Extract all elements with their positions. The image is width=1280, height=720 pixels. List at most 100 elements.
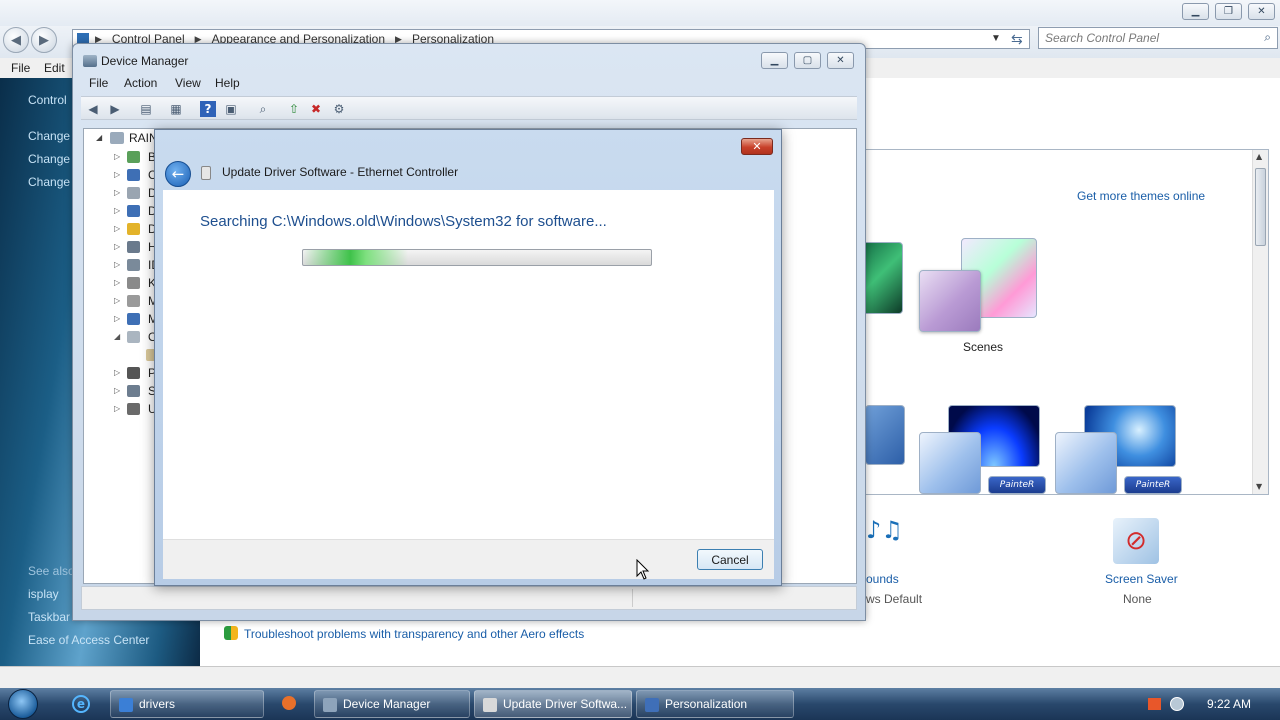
see-also-taskbar[interactable]: Taskbar: [28, 610, 70, 624]
expand-icon[interactable]: ▷: [114, 260, 120, 269]
device-manager-icon: [83, 55, 97, 67]
see-also-display[interactable]: isplay: [28, 587, 59, 601]
back-button[interactable]: ◀: [3, 27, 29, 53]
chevron-down-icon[interactable]: ▼: [991, 33, 1001, 44]
sounds-label[interactable]: ounds: [866, 572, 899, 586]
tree-item[interactable]: ▷ M: [84, 294, 164, 310]
tree-item[interactable]: ◢ O: [84, 330, 164, 346]
sidebar-link[interactable]: Control: [28, 93, 67, 107]
back-arrow-icon[interactable]: ◀: [85, 101, 101, 117]
collapse-icon[interactable]: ◢: [114, 332, 120, 341]
media-player-icon[interactable]: [282, 696, 296, 710]
tray-flag-icon[interactable]: [1148, 698, 1161, 710]
search-input[interactable]: Search Control Panel ⌕: [1038, 27, 1278, 49]
menu-view[interactable]: View: [175, 76, 201, 90]
sidebar-link[interactable]: Change: [28, 152, 70, 166]
taskbar-button-update-driver[interactable]: Update Driver Softwa...: [474, 690, 632, 718]
taskbar-button-device-manager[interactable]: Device Manager: [314, 690, 470, 718]
see-also-ease-of-access[interactable]: Ease of Access Center: [28, 633, 149, 647]
expand-icon[interactable]: ▷: [114, 188, 120, 197]
tree-item[interactable]: ▷ M: [84, 312, 164, 328]
view-icon[interactable]: ▣: [223, 101, 239, 117]
expand-icon[interactable]: ▷: [114, 296, 120, 305]
tree-item[interactable]: ▷ C: [84, 168, 164, 184]
tree-item[interactable]: ▷ S: [84, 384, 164, 400]
tree-item[interactable]: ▷ K: [84, 276, 164, 292]
sidebar-link[interactable]: Change: [28, 175, 70, 189]
minimize-button[interactable]: ▁: [761, 52, 788, 69]
forward-arrow-icon[interactable]: ▶: [107, 101, 123, 117]
collapse-icon[interactable]: ◢: [96, 133, 102, 142]
restore-button[interactable]: ❐: [1215, 3, 1242, 20]
search-icon[interactable]: ⌕: [1264, 30, 1271, 45]
taskbar-button-label: drivers: [139, 697, 176, 711]
expand-icon[interactable]: ▷: [114, 152, 120, 161]
theme-thumbnail[interactable]: [865, 242, 903, 314]
maximize-button[interactable]: ▢: [794, 52, 821, 69]
menu-action[interactable]: Action: [124, 76, 157, 90]
start-button[interactable]: [8, 689, 38, 719]
scrollbar-thumb[interactable]: [1255, 168, 1266, 246]
expand-icon[interactable]: ▷: [114, 404, 120, 413]
tree-item[interactable]: ▷ P: [84, 366, 164, 382]
scroll-down-icon[interactable]: ▼: [1256, 482, 1262, 491]
menu-help[interactable]: Help: [215, 76, 240, 90]
update-driver-icon[interactable]: ⇧: [286, 101, 302, 117]
uninstall-icon[interactable]: ✖: [308, 101, 324, 117]
theme-label-scenes: Scenes: [963, 340, 1004, 354]
refresh-icon[interactable]: ⇆: [1011, 31, 1023, 48]
tree-item[interactable]: [84, 348, 164, 364]
taskbar-button-label: Personalization: [665, 697, 748, 711]
tree-item[interactable]: ▷ID: [84, 258, 164, 274]
screen-saver-value: None: [1123, 592, 1152, 606]
taskbar-button-drivers[interactable]: drivers: [110, 690, 264, 718]
tree-item[interactable]: ▷ D: [84, 186, 164, 202]
tree-item[interactable]: ▷ D: [84, 204, 164, 220]
themes-panel: PainteR PainteR: [864, 149, 1269, 495]
expand-icon[interactable]: ▷: [114, 224, 120, 233]
menu-file[interactable]: File: [89, 76, 108, 90]
scan-hardware-icon[interactable]: ⌕: [255, 101, 271, 117]
minimize-button[interactable]: ▁: [1182, 3, 1209, 20]
cancel-button[interactable]: Cancel: [697, 549, 763, 570]
back-arrow-icon[interactable]: ←: [165, 161, 191, 187]
tree-item[interactable]: ▷ D: [84, 222, 164, 238]
expand-icon[interactable]: ▷: [114, 278, 120, 287]
close-button[interactable]: ✕: [827, 52, 854, 69]
help-icon[interactable]: ?: [200, 101, 216, 117]
get-more-themes-link[interactable]: Get more themes online: [1077, 189, 1205, 203]
internet-explorer-icon[interactable]: e: [72, 695, 90, 713]
close-button[interactable]: ✕: [1248, 3, 1275, 20]
expand-icon[interactable]: ▷: [114, 314, 120, 323]
screen-saver-label[interactable]: Screen Saver: [1105, 572, 1178, 586]
tree-item[interactable]: ▷ U: [84, 402, 164, 418]
folder-icon: [119, 698, 133, 712]
menu-file[interactable]: File: [11, 61, 30, 75]
expand-icon[interactable]: ▷: [114, 170, 120, 179]
expand-icon[interactable]: ▷: [114, 206, 120, 215]
menu-edit[interactable]: Edit: [44, 61, 65, 75]
properties-icon[interactable]: ▦: [168, 101, 184, 117]
forward-button[interactable]: ▶: [31, 27, 57, 53]
taskbar-button-personalization[interactable]: Personalization: [636, 690, 794, 718]
troubleshoot-link[interactable]: Troubleshoot problems with transparency …: [244, 627, 584, 641]
enable-device-icon[interactable]: ⚙: [331, 101, 347, 117]
tree-item[interactable]: ▷ B: [84, 150, 164, 166]
themes-scrollbar[interactable]: ▲ ▼: [1252, 150, 1268, 494]
dialog-close-button[interactable]: ✕: [741, 138, 773, 155]
screen-saver-icon[interactable]: ⊘: [1113, 518, 1159, 564]
taskbar-button-label: Update Driver Softwa...: [503, 697, 628, 711]
tree-item[interactable]: ▷ H: [84, 240, 164, 256]
sounds-icon[interactable]: ♪♫: [866, 516, 903, 562]
tray-network-icon[interactable]: [1170, 697, 1184, 711]
device-category-icon: [127, 223, 140, 235]
expand-icon[interactable]: ▷: [114, 386, 120, 395]
expand-icon[interactable]: ▷: [114, 368, 120, 377]
theme-thumbnail[interactable]: [865, 405, 905, 465]
expand-icon[interactable]: ▷: [114, 242, 120, 251]
clock[interactable]: 9:22 AM: [1207, 697, 1251, 711]
scroll-up-icon[interactable]: ▲: [1256, 152, 1262, 161]
show-hide-tree-icon[interactable]: ▤: [138, 101, 154, 117]
network-adapter-icon: [201, 166, 211, 180]
sidebar-link[interactable]: Change: [28, 129, 70, 143]
